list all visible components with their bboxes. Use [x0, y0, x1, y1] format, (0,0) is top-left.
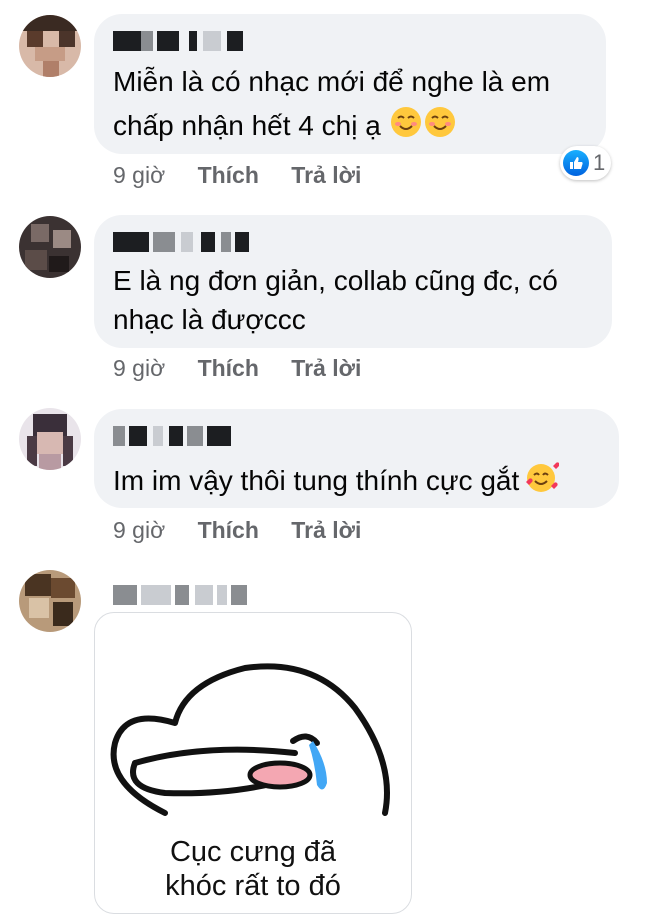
- timestamp[interactable]: 9 giờ: [113, 162, 165, 188]
- smiling-face-emoji: [389, 105, 423, 150]
- author-name-blurred[interactable]: [113, 31, 243, 51]
- comment-actions: 9 giờ Thích Trả lời: [113, 355, 387, 382]
- smiling-face-emoji: [423, 105, 457, 150]
- reaction-summary[interactable]: 1: [560, 146, 612, 180]
- avatar[interactable]: [19, 216, 81, 278]
- avatar[interactable]: [19, 15, 81, 77]
- comment-text: E là ng đơn giản, collab cũng đc, có: [113, 265, 558, 296]
- comment-text: chấp nhận hết 4 chị ạ: [113, 105, 457, 150]
- like-reaction-icon: [563, 150, 589, 176]
- like-button[interactable]: Thích: [198, 355, 259, 381]
- reply-button[interactable]: Trả lời: [291, 517, 361, 543]
- author-name-blurred[interactable]: [113, 232, 249, 252]
- like-button[interactable]: Thích: [198, 517, 259, 543]
- timestamp[interactable]: 9 giờ: [113, 517, 165, 543]
- smiling-face-with-hearts-emoji: [523, 460, 560, 505]
- avatar[interactable]: [19, 570, 81, 632]
- timestamp[interactable]: 9 giờ: [113, 355, 165, 381]
- author-name-blurred[interactable]: [113, 426, 231, 446]
- reaction-count: 1: [593, 150, 606, 175]
- comment-text: Miễn là có nhạc mới để nghe là em: [113, 66, 551, 97]
- sticker-caption: Cục cưng đã khóc rất to đó: [165, 836, 341, 902]
- comment-text: nhạc là đượccc: [113, 304, 306, 335]
- reply-button[interactable]: Trả lời: [291, 162, 361, 188]
- reply-button[interactable]: Trả lời: [291, 355, 361, 381]
- avatar[interactable]: [19, 408, 81, 470]
- comment-actions: 9 giờ Thích Trả lời: [113, 162, 387, 189]
- like-button[interactable]: Thích: [198, 162, 259, 188]
- author-name-blurred[interactable]: [113, 585, 247, 605]
- sticker-attachment[interactable]: Cục cưng đã khóc rất to đó: [94, 612, 412, 914]
- comment-actions: 9 giờ Thích Trả lời: [113, 517, 387, 544]
- crying-blob-sticker-icon: [110, 663, 390, 816]
- comment-text: Im im vậy thôi tung thính cực gắt: [113, 460, 560, 505]
